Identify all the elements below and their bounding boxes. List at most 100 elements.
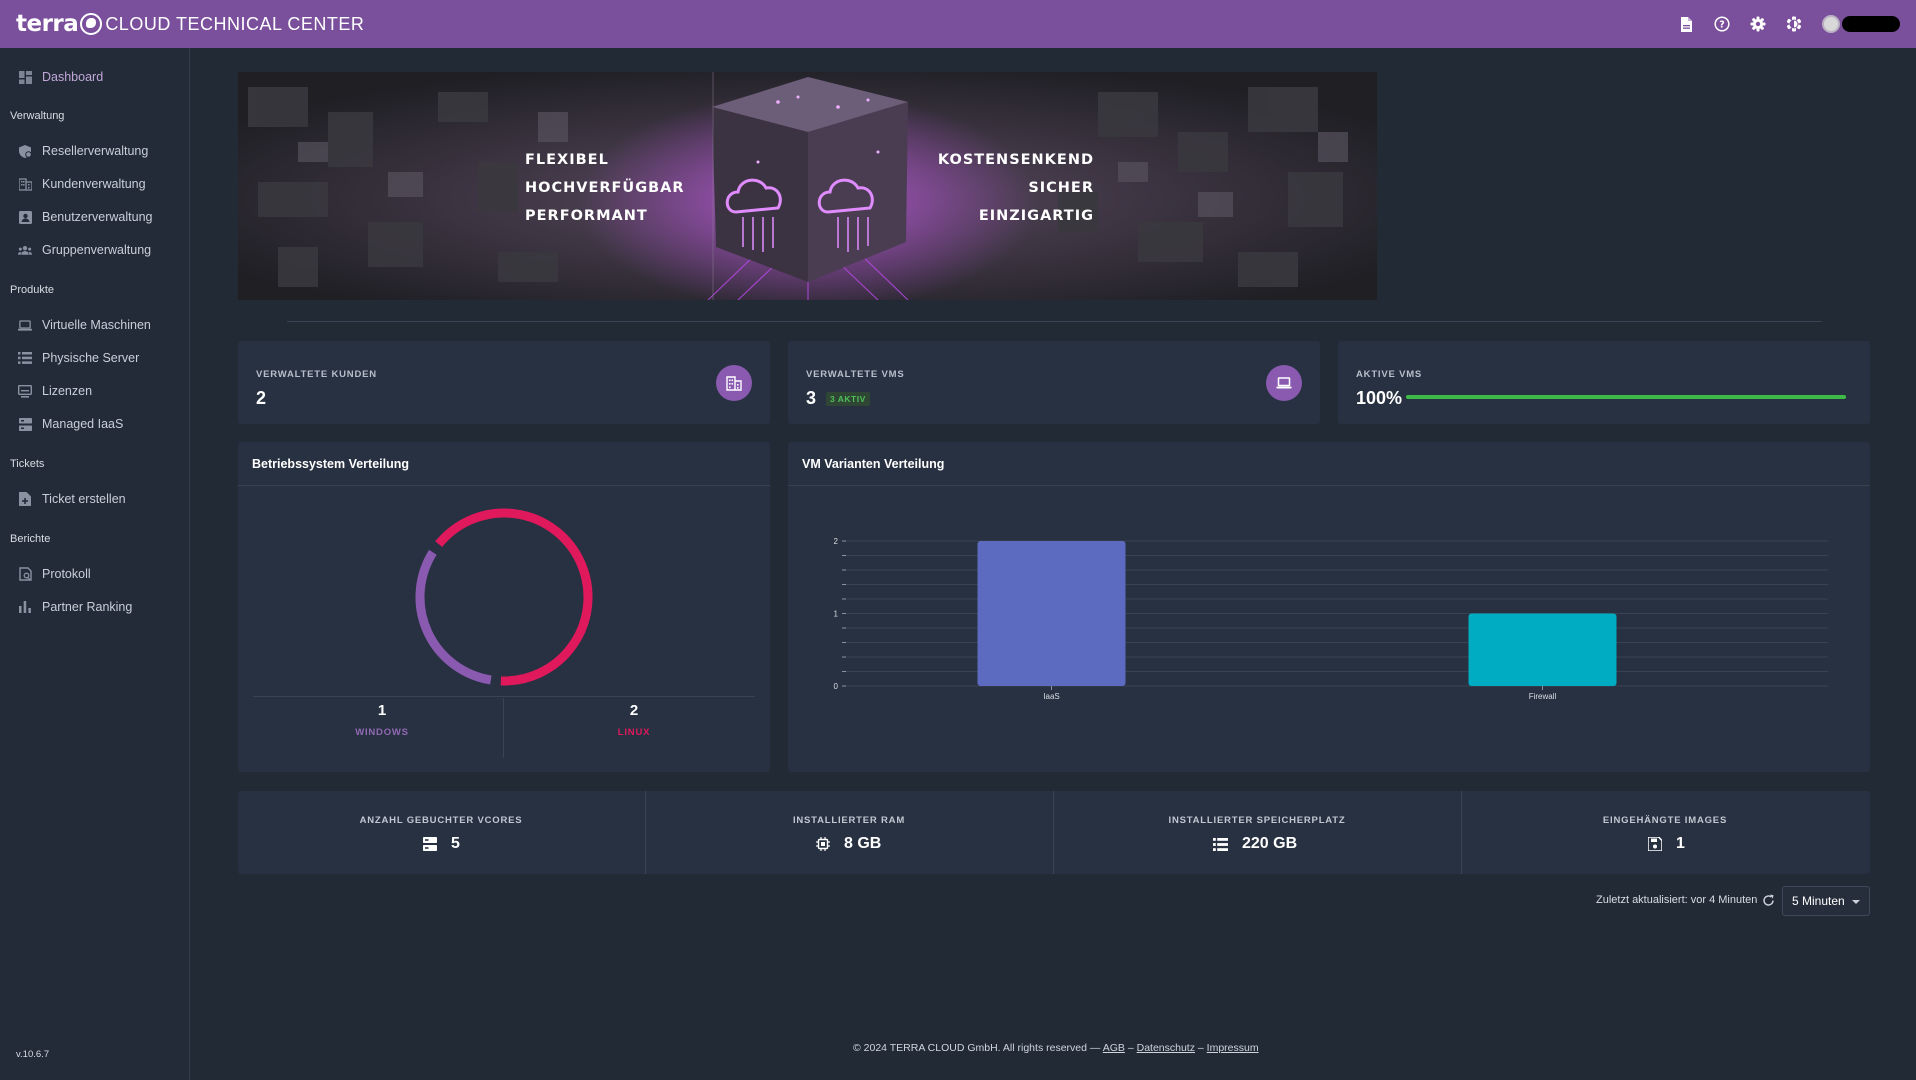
- banner-word-right-2: SICHER: [1028, 180, 1094, 196]
- chevron-down-icon: [1852, 900, 1860, 904]
- sidebar-item-resellerverwaltung[interactable]: Resellerverwaltung: [0, 136, 189, 166]
- stat-label-images: EINGEHÄNGTE IMAGES: [1602, 815, 1728, 826]
- disk-image-icon: [1648, 837, 1662, 851]
- settings-icon[interactable]: [1750, 16, 1766, 32]
- divider: [1461, 791, 1462, 874]
- resource-stats-panel: ANZAHL GEBUCHTER VCORES 5 INSTALLIERTER …: [238, 791, 1870, 874]
- kpi-card-kunden: VERWALTETE KUNDEN 2: [238, 341, 770, 424]
- monitor-icon: [18, 384, 32, 398]
- sidebar-item-physische-server[interactable]: Physische Server: [0, 343, 189, 373]
- user-menu[interactable]: [1822, 15, 1900, 33]
- sidebar-item-lizenzen[interactable]: Lizenzen: [0, 376, 189, 406]
- section-tickets: Tickets: [10, 458, 45, 470]
- refresh-interval-value: 5 Minuten: [1792, 894, 1845, 908]
- copyright: © 2024 TERRA CLOUD GmbH. All rights rese…: [853, 1042, 1101, 1054]
- document-icon[interactable]: [1678, 16, 1694, 32]
- sidebar-item-label: Ticket erstellen: [42, 492, 126, 506]
- footer-separator: –: [1197, 1042, 1204, 1054]
- sidebar-item-label: Virtuelle Maschinen: [42, 318, 151, 332]
- kpi-label: AKTIVE VMS: [1356, 369, 1423, 380]
- bar-iaas[interactable]: [977, 541, 1126, 686]
- stat-label-ram: INSTALLIERTER RAM: [792, 815, 906, 826]
- os-distribution-panel: Betriebssystem Verteilung 1 WINDOWS 2 LI…: [238, 442, 770, 772]
- datenschutz-link[interactable]: Datenschutz: [1137, 1042, 1195, 1054]
- section-produkte: Produkte: [10, 284, 55, 296]
- sidebar-item-label: Resellerverwaltung: [42, 144, 149, 158]
- kpi-label: VERWALTETE VMS: [806, 369, 905, 380]
- donut-chart: [415, 508, 593, 686]
- sidebar-item-label: Protokoll: [42, 567, 91, 581]
- kpi-value: 2: [256, 388, 267, 408]
- kpi-card-aktive-vms: AKTIVE VMS 100%: [1338, 341, 1870, 424]
- bar-chart: 0 1 2 IaaS Firewall: [834, 537, 1828, 701]
- user-box-icon: [18, 210, 32, 224]
- divider: [645, 791, 646, 874]
- banner-word-left-3: PERFORMANT: [525, 208, 648, 224]
- banner-word-left-1: FLEXIBEL: [525, 152, 609, 168]
- divider: [1053, 791, 1054, 874]
- sidebar-item-virtuelle-maschinen[interactable]: Virtuelle Maschinen: [0, 310, 189, 340]
- shield-icon: [18, 144, 32, 158]
- sidebar-item-gruppenverwaltung[interactable]: Gruppenverwaltung: [0, 235, 189, 265]
- dashboard-icon: [18, 70, 32, 84]
- kpi-label: VERWALTETE KUNDEN: [256, 369, 377, 380]
- y-tick-label: 1: [834, 610, 839, 619]
- banner-word-right-1: KOSTENSENKEND: [937, 152, 1094, 168]
- refresh-interval-select[interactable]: 5 Minuten: [1782, 886, 1870, 916]
- sidebar-item-dashboard[interactable]: Dashboard: [0, 62, 189, 92]
- agb-link[interactable]: AGB: [1103, 1042, 1125, 1054]
- y-tick-label: 0: [834, 682, 839, 691]
- report-icon: [18, 567, 32, 581]
- sidebar-item-label: Physische Server: [42, 351, 140, 365]
- divider: [253, 696, 755, 697]
- stat-images: 1: [1648, 835, 1685, 853]
- kpi-card-vms: VERWALTETE VMS 3 3 AKTIV: [788, 341, 1320, 424]
- sidebar-item-label: Lizenzen: [42, 384, 93, 398]
- bar-firewall[interactable]: [1468, 613, 1617, 687]
- top-actions: ?: [1678, 0, 1900, 48]
- sidebar-item-partner-ranking[interactable]: Partner Ranking: [0, 592, 189, 622]
- storage-icon: [18, 417, 32, 431]
- stat-value: 1: [1676, 835, 1685, 852]
- sidebar-item-label: Benutzerverwaltung: [42, 210, 153, 224]
- server-icon: [423, 837, 437, 851]
- version-label: v.10.6.7: [16, 1049, 50, 1060]
- divider: [503, 698, 504, 758]
- building-icon: [716, 365, 752, 401]
- sidebar-item-ticket-erstellen[interactable]: Ticket erstellen: [0, 484, 189, 514]
- sidebar-item-label: Dashboard: [42, 70, 104, 84]
- sidebar-item-benutzerverwaltung[interactable]: Benutzerverwaltung: [0, 202, 189, 232]
- donut-slice-windows[interactable]: [415, 549, 492, 685]
- sidebar-item-label: Managed IaaS: [42, 417, 124, 431]
- linux-label: LINUX: [617, 727, 651, 738]
- brand[interactable]: terra CLOUD TECHNICAL CENTER: [16, 11, 364, 37]
- vm-variants-panel: VM Varianten Verteilung 0 1 2 IaaS Firewall: [788, 442, 1870, 772]
- brand-logo: terra: [16, 11, 79, 37]
- bar-chart-icon: [18, 600, 32, 614]
- impressum-link[interactable]: Impressum: [1207, 1042, 1259, 1054]
- stat-storage: 220 GB: [1213, 835, 1297, 853]
- sidebar-item-managed-iaas[interactable]: Managed IaaS: [0, 409, 189, 439]
- banner-word-left-2: HOCHVERFÜGBAR: [525, 180, 685, 196]
- refresh-icon[interactable]: [1762, 894, 1776, 908]
- sidebar: Dashboard Verwaltung Resellerverwaltung …: [0, 48, 190, 1080]
- kpi-value: 3: [806, 388, 817, 408]
- stat-value: 220 GB: [1242, 835, 1298, 852]
- donut-slice-linux[interactable]: [435, 508, 593, 686]
- globe-icon: [80, 13, 103, 35]
- x-tick-label: Firewall: [1529, 692, 1557, 701]
- building-icon: [18, 177, 32, 191]
- sidebar-item-protokoll[interactable]: Protokoll: [0, 559, 189, 589]
- x-tick-label: IaaS: [1043, 692, 1059, 701]
- list-icon: [18, 351, 32, 365]
- stat-value: 8 GB: [844, 835, 882, 852]
- storage-icon: [1213, 837, 1228, 851]
- app-title: CLOUD TECHNICAL CENTER: [105, 13, 365, 34]
- group-icon: [18, 243, 32, 257]
- theme-toggle-icon[interactable]: [1786, 16, 1802, 32]
- top-bar: terra CLOUD TECHNICAL CENTER ?: [0, 0, 1916, 48]
- stat-ram: 8 GB: [816, 835, 881, 853]
- help-icon[interactable]: ?: [1714, 16, 1730, 32]
- stat-value: 5: [451, 835, 460, 852]
- sidebar-item-kundenverwaltung[interactable]: Kundenverwaltung: [0, 169, 189, 199]
